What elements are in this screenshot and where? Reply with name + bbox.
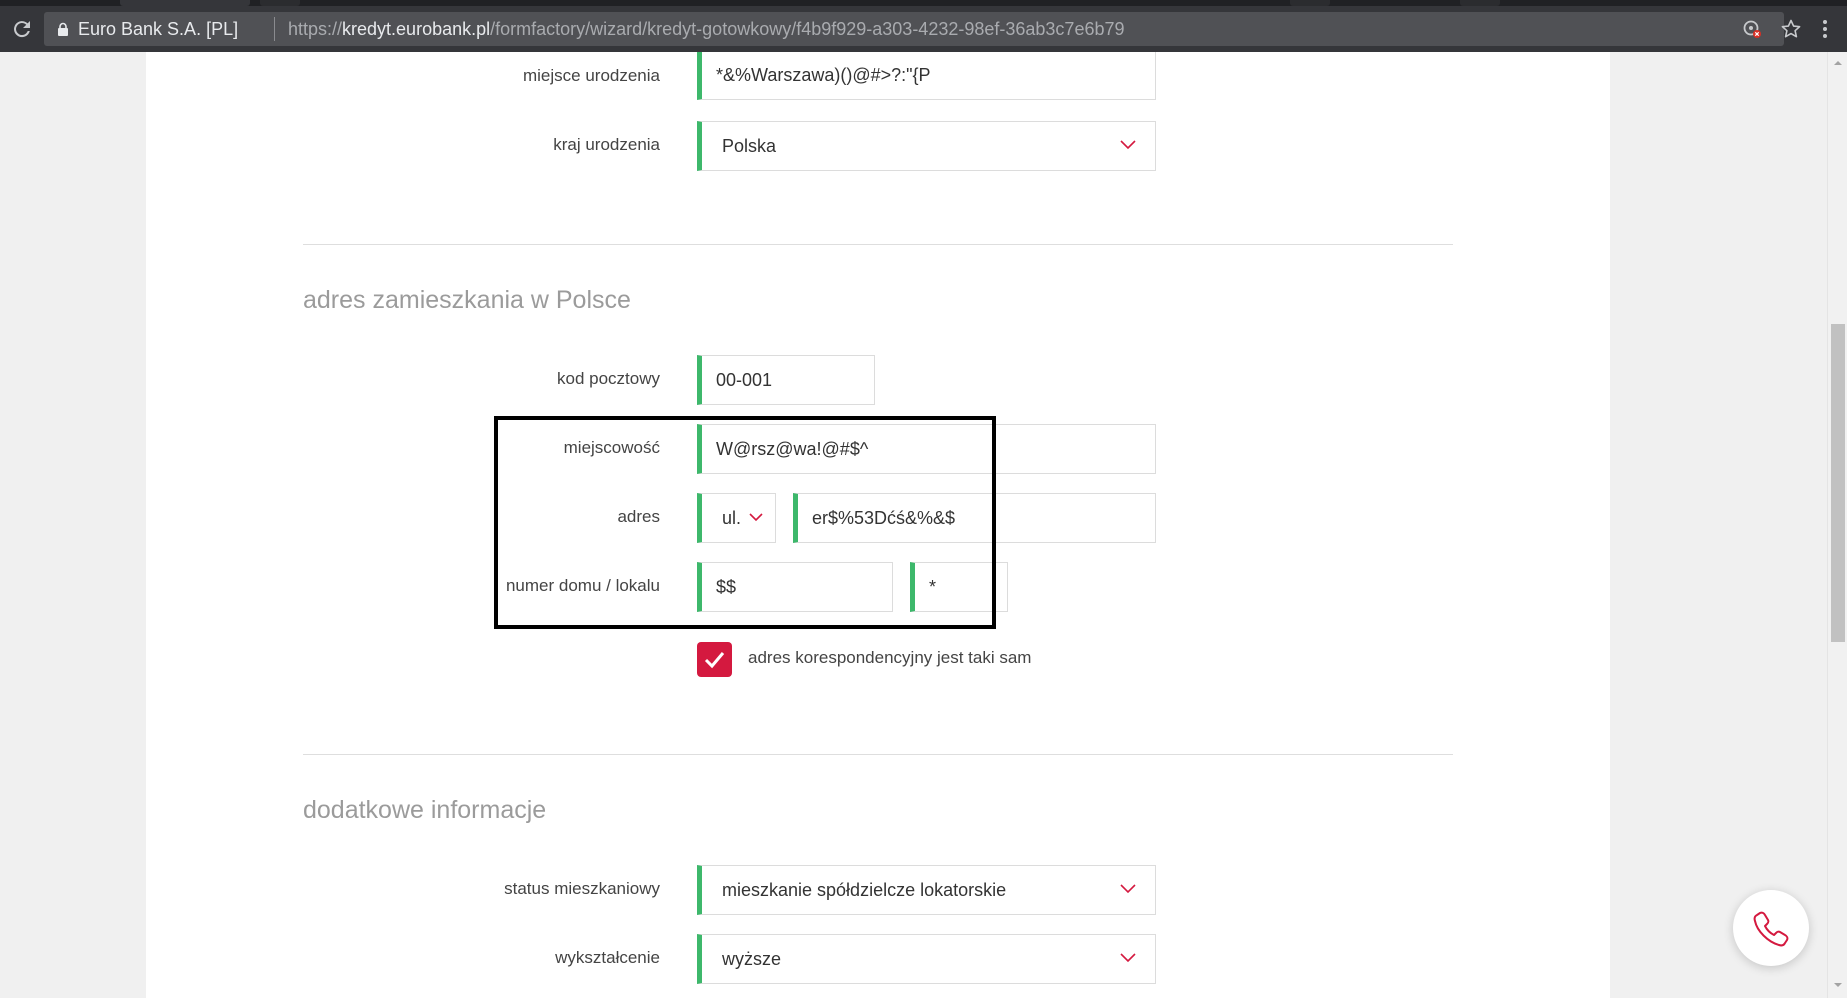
street-type-value: ul. — [722, 508, 742, 528]
street-type-select[interactable]: ul. — [697, 493, 776, 543]
more-vert-icon[interactable] — [1820, 18, 1830, 40]
address-label: adres — [617, 507, 660, 526]
bookmark-star-icon[interactable] — [1780, 18, 1802, 40]
postal-code-value: 00-001 — [716, 370, 773, 390]
house-number-label: numer domu / lokalu — [505, 576, 660, 595]
url-path: /formfactory/wizard/kredyt-gotowkowy/f4b… — [490, 19, 1125, 39]
birth-place-value: *&%Warszawa)()@#>?:"{P — [716, 65, 931, 85]
house-number-value: $$ — [716, 577, 737, 597]
blocked-content-icon[interactable] — [1742, 19, 1762, 39]
url-text[interactable]: https://kredyt.eurobank.pl/formfactory/w… — [288, 19, 1125, 40]
url-scheme: https:// — [288, 19, 343, 39]
chevron-down-icon — [1120, 140, 1136, 150]
housing-status-select[interactable]: mieszkanie spółdzielcze lokatorskie — [697, 865, 1156, 915]
site-identity[interactable]: Euro Bank S.A. [PL] — [78, 19, 238, 40]
education-select[interactable]: wyższe — [697, 934, 1156, 984]
birth-country-label: kraj urodzenia — [553, 135, 660, 154]
reload-icon[interactable] — [10, 17, 34, 41]
browser-toolbar: Euro Bank S.A. [PL] https://kredyt.eurob… — [0, 6, 1847, 52]
city-input[interactable]: W@rsz@wa!@#$^ — [697, 424, 1156, 474]
birth-place-input[interactable]: *&%Warszawa)()@#>?:"{P — [697, 52, 1156, 100]
call-button[interactable] — [1733, 890, 1809, 966]
street-input[interactable]: er$%53Dćś&%&$ — [793, 493, 1156, 543]
same-correspondence-label[interactable]: adres korespondencyjny jest taki sam — [748, 648, 1031, 668]
address-section-title: adres zamieszkania w Polsce — [303, 286, 631, 314]
lock-icon[interactable] — [56, 22, 70, 36]
url-host: kredyt.eurobank.pl — [342, 19, 491, 39]
postal-code-input[interactable]: 00-001 — [697, 355, 875, 405]
scroll-down-arrow-icon[interactable] — [1833, 980, 1843, 990]
address-bar[interactable]: Euro Bank S.A. [PL] https://kredyt.eurob… — [44, 12, 1801, 46]
phone-icon — [1753, 911, 1789, 947]
birth-country-value: Polska — [722, 136, 777, 156]
city-value: W@rsz@wa!@#$^ — [716, 439, 869, 459]
section-divider — [303, 754, 1453, 755]
postal-code-label: kod pocztowy — [557, 369, 660, 388]
additional-section-title: dodatkowe informacje — [303, 796, 547, 824]
same-correspondence-checkbox[interactable] — [697, 642, 732, 677]
education-value: wyższe — [722, 949, 782, 969]
birth-country-select[interactable]: Polska — [697, 121, 1156, 171]
house-number-input[interactable]: $$ — [697, 562, 893, 612]
scrollbar-thumb[interactable] — [1831, 324, 1845, 642]
housing-status-label: status mieszkaniowy — [504, 879, 660, 898]
street-value: er$%53Dćś&%&$ — [812, 508, 956, 528]
page-viewport: miejsce urodzenia *&%Warszawa)()@#>?:"{P… — [0, 52, 1827, 998]
page-scrollbar[interactable] — [1827, 52, 1847, 998]
chevron-down-icon — [749, 513, 763, 522]
chevron-down-icon — [1120, 884, 1136, 894]
chevron-down-icon — [1120, 953, 1136, 963]
section-divider — [303, 244, 1453, 245]
scroll-up-arrow-icon[interactable] — [1833, 58, 1843, 68]
flat-number-value: * — [929, 577, 937, 597]
flat-number-input[interactable]: * — [910, 562, 1008, 612]
birth-place-label: miejsce urodzenia — [522, 66, 660, 85]
city-label: miejscowość — [563, 438, 660, 457]
education-label: wykształcenie — [555, 948, 660, 967]
housing-status-value: mieszkanie spółdzielcze lokatorskie — [722, 880, 1007, 900]
check-icon — [704, 652, 725, 669]
address-separator — [274, 17, 275, 41]
